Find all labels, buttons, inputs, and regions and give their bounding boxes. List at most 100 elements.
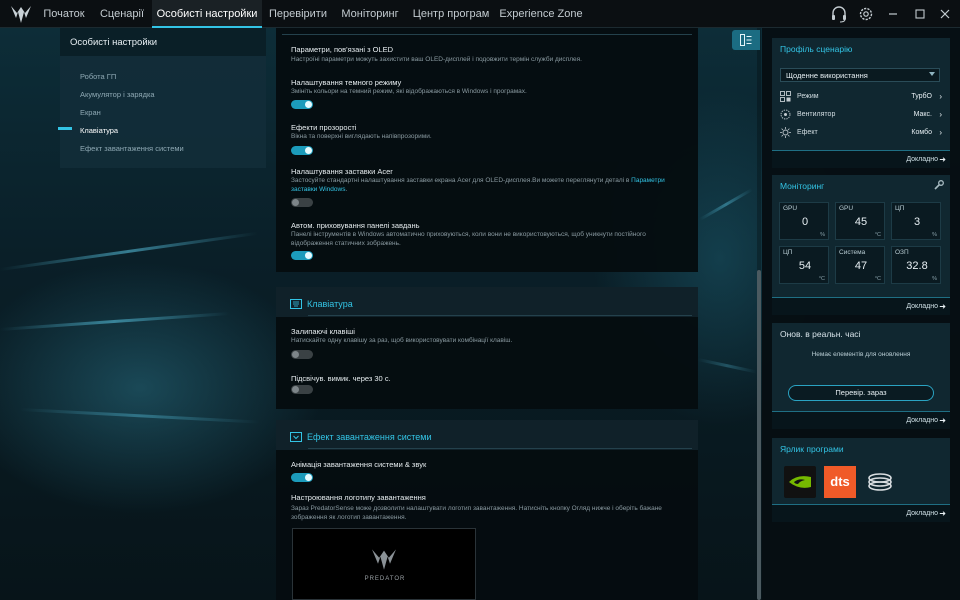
oled-settings-desc: Настроїні параметри можуть захистити ваш… [291,56,582,63]
no-updates-message: Немає елементів для оновлення [811,351,911,358]
check-now-button[interactable]: Перевір. зараз [788,385,934,401]
autohide-taskbar-title: Автом. приховування панелі завдань [291,221,420,230]
autohide-taskbar-toggle[interactable] [291,251,313,260]
profile-row-mode[interactable]: Режим ТурбО › [780,91,942,105]
profile-row-effect[interactable]: Ефект Комбо › [780,127,942,141]
transparency-toggle[interactable] [291,146,313,155]
category-keyboard[interactable]: Клавіатура [80,126,118,135]
shortcuts-more-button[interactable]: Докладно ➜ [772,504,950,522]
mode-icon [780,91,791,102]
profile-more-label: Докладно [906,156,938,163]
dark-mode-desc: Змініть кольори на темний режим, які від… [291,88,527,95]
tile-label: Система [839,249,866,256]
settings-icon[interactable] [857,5,875,23]
category-boot-effect[interactable]: Ефект завантаження системи [80,144,184,153]
keyboard-card-title: Клавіатура [307,299,353,309]
monitoring-panel: Моніторинг GPU 0 % GPU 45 °C ЦП 3 % ЦП 5… [772,175,950,315]
profile-row-fan[interactable]: Вентилятор Макс. › [780,109,942,123]
monitor-tile-ram-usage: ОЗП 32.8 % [891,246,941,284]
tab-home[interactable]: Початок [38,0,90,28]
predator-logo-icon[interactable] [10,4,32,24]
card-divider [282,34,692,35]
tile-label: ЦП [895,205,905,212]
boot-animation-title: Анімація завантаження системи & звук [291,460,427,469]
tab-scenarios[interactable]: Сценарії [94,0,150,28]
boot-effect-card-title: Ефект завантаження системи [307,432,432,442]
headset-icon[interactable] [830,5,848,23]
tile-label: GPU [839,205,854,212]
tab-monitoring[interactable]: Моніторинг [334,0,406,28]
boot-animation-toggle[interactable] [291,473,313,482]
app-launcher-icon[interactable] [864,466,896,498]
arrow-right-icon: ➜ [939,302,946,311]
category-screen[interactable]: Екран [80,108,101,117]
profile-fan-label: Вентилятор [797,111,836,118]
tile-unit: °C [818,276,825,282]
backlight-timeout-toggle[interactable] [291,385,313,394]
boot-logo-preview-text: PREDATOR [364,576,406,582]
dark-mode-toggle[interactable] [291,100,313,109]
arrow-right-icon: ➜ [939,509,946,518]
sticky-keys-title: Залипаючі клавіші [291,327,355,336]
profile-fan-value: Макс. [913,111,932,118]
chevron-right-icon: › [939,128,942,137]
dts-icon[interactable]: dts [824,466,856,498]
chevron-down-icon [929,72,935,76]
effect-icon [780,127,791,138]
tile-unit: % [820,232,825,238]
profile-effect-value: Комбо [911,129,932,136]
monitoring-more-label: Докладно [906,303,938,310]
chevron-right-icon: › [939,92,942,101]
monitor-tile-gpu-usage: GPU 0 % [779,202,829,240]
arrow-right-icon: ➜ [939,155,946,164]
boot-effect-card: Ефект завантаження системи Анімація зава… [276,420,698,600]
scenario-profile-panel: Профіль сценарію Щоденне використання Ре… [772,38,950,168]
monitoring-more-button[interactable]: Докладно ➜ [772,297,950,315]
transparency-title: Ефекти прозорості [291,123,357,132]
close-icon[interactable] [936,5,954,23]
screensaver-desc-text: Застосуйте стандартні налаштування заста… [291,177,630,184]
tile-value: 47 [854,260,868,272]
sticky-keys-toggle[interactable] [291,350,313,359]
tab-personal-settings[interactable]: Особисті настройки [152,0,262,28]
boot-effect-card-header: Ефект завантаження системи [276,420,698,450]
boot-logo-title: Настроювання логотипу завантаження [291,493,426,502]
panel-toggle-icon[interactable] [732,30,760,50]
tile-value: 45 [854,216,868,228]
content-scrollbar-thumb[interactable] [757,270,761,600]
profile-effect-label: Ефект [797,129,818,136]
keyboard-icon [290,299,302,309]
predator-logo-preview-icon [372,549,396,570]
tile-unit: % [932,276,937,282]
updates-more-label: Докладно [906,417,938,424]
tile-unit: °C [874,276,881,282]
category-battery[interactable]: Акумулятор і зарядка [80,90,155,99]
boot-logo-preview[interactable]: PREDATOR [292,528,476,600]
wrench-icon[interactable] [934,180,944,190]
screensaver-toggle[interactable] [291,198,313,207]
arrow-right-icon: ➜ [939,416,946,425]
tab-app-center[interactable]: Центр програм [408,0,494,28]
dts-label: dts [830,474,850,489]
profile-dropdown[interactable]: Щоденне використання [780,68,940,82]
tile-label: ЦП [783,249,793,256]
monitor-tile-gpu-temp: GPU 45 °C [835,202,885,240]
tab-experience-zone[interactable]: Experience Zone [498,0,584,28]
updates-more-button[interactable]: Докладно ➜ [772,411,950,429]
tab-check[interactable]: Перевірити [266,0,330,28]
profile-mode-value: ТурбО [911,93,932,100]
boot-effect-icon [290,432,302,442]
maximize-icon[interactable] [911,5,929,23]
fan-icon [780,109,791,120]
minimize-icon[interactable] [884,5,902,23]
tile-value: 0 [801,216,809,228]
category-gpu[interactable]: Робота ГП [80,72,116,81]
autohide-taskbar-desc: Панелі інструментів в Windows автоматичн… [291,231,646,247]
screensaver-desc: Застосуйте стандартні налаштування заста… [291,177,686,194]
screensaver-desc-end: . [345,185,348,193]
tile-label: ОЗП [895,249,909,256]
keyboard-card-header: Клавіатура [276,287,698,317]
nvidia-icon[interactable] [784,466,816,498]
boot-logo-desc: Зараз PredatorSense може дозволити налаш… [291,505,662,521]
profile-more-button[interactable]: Докладно ➜ [772,150,950,168]
